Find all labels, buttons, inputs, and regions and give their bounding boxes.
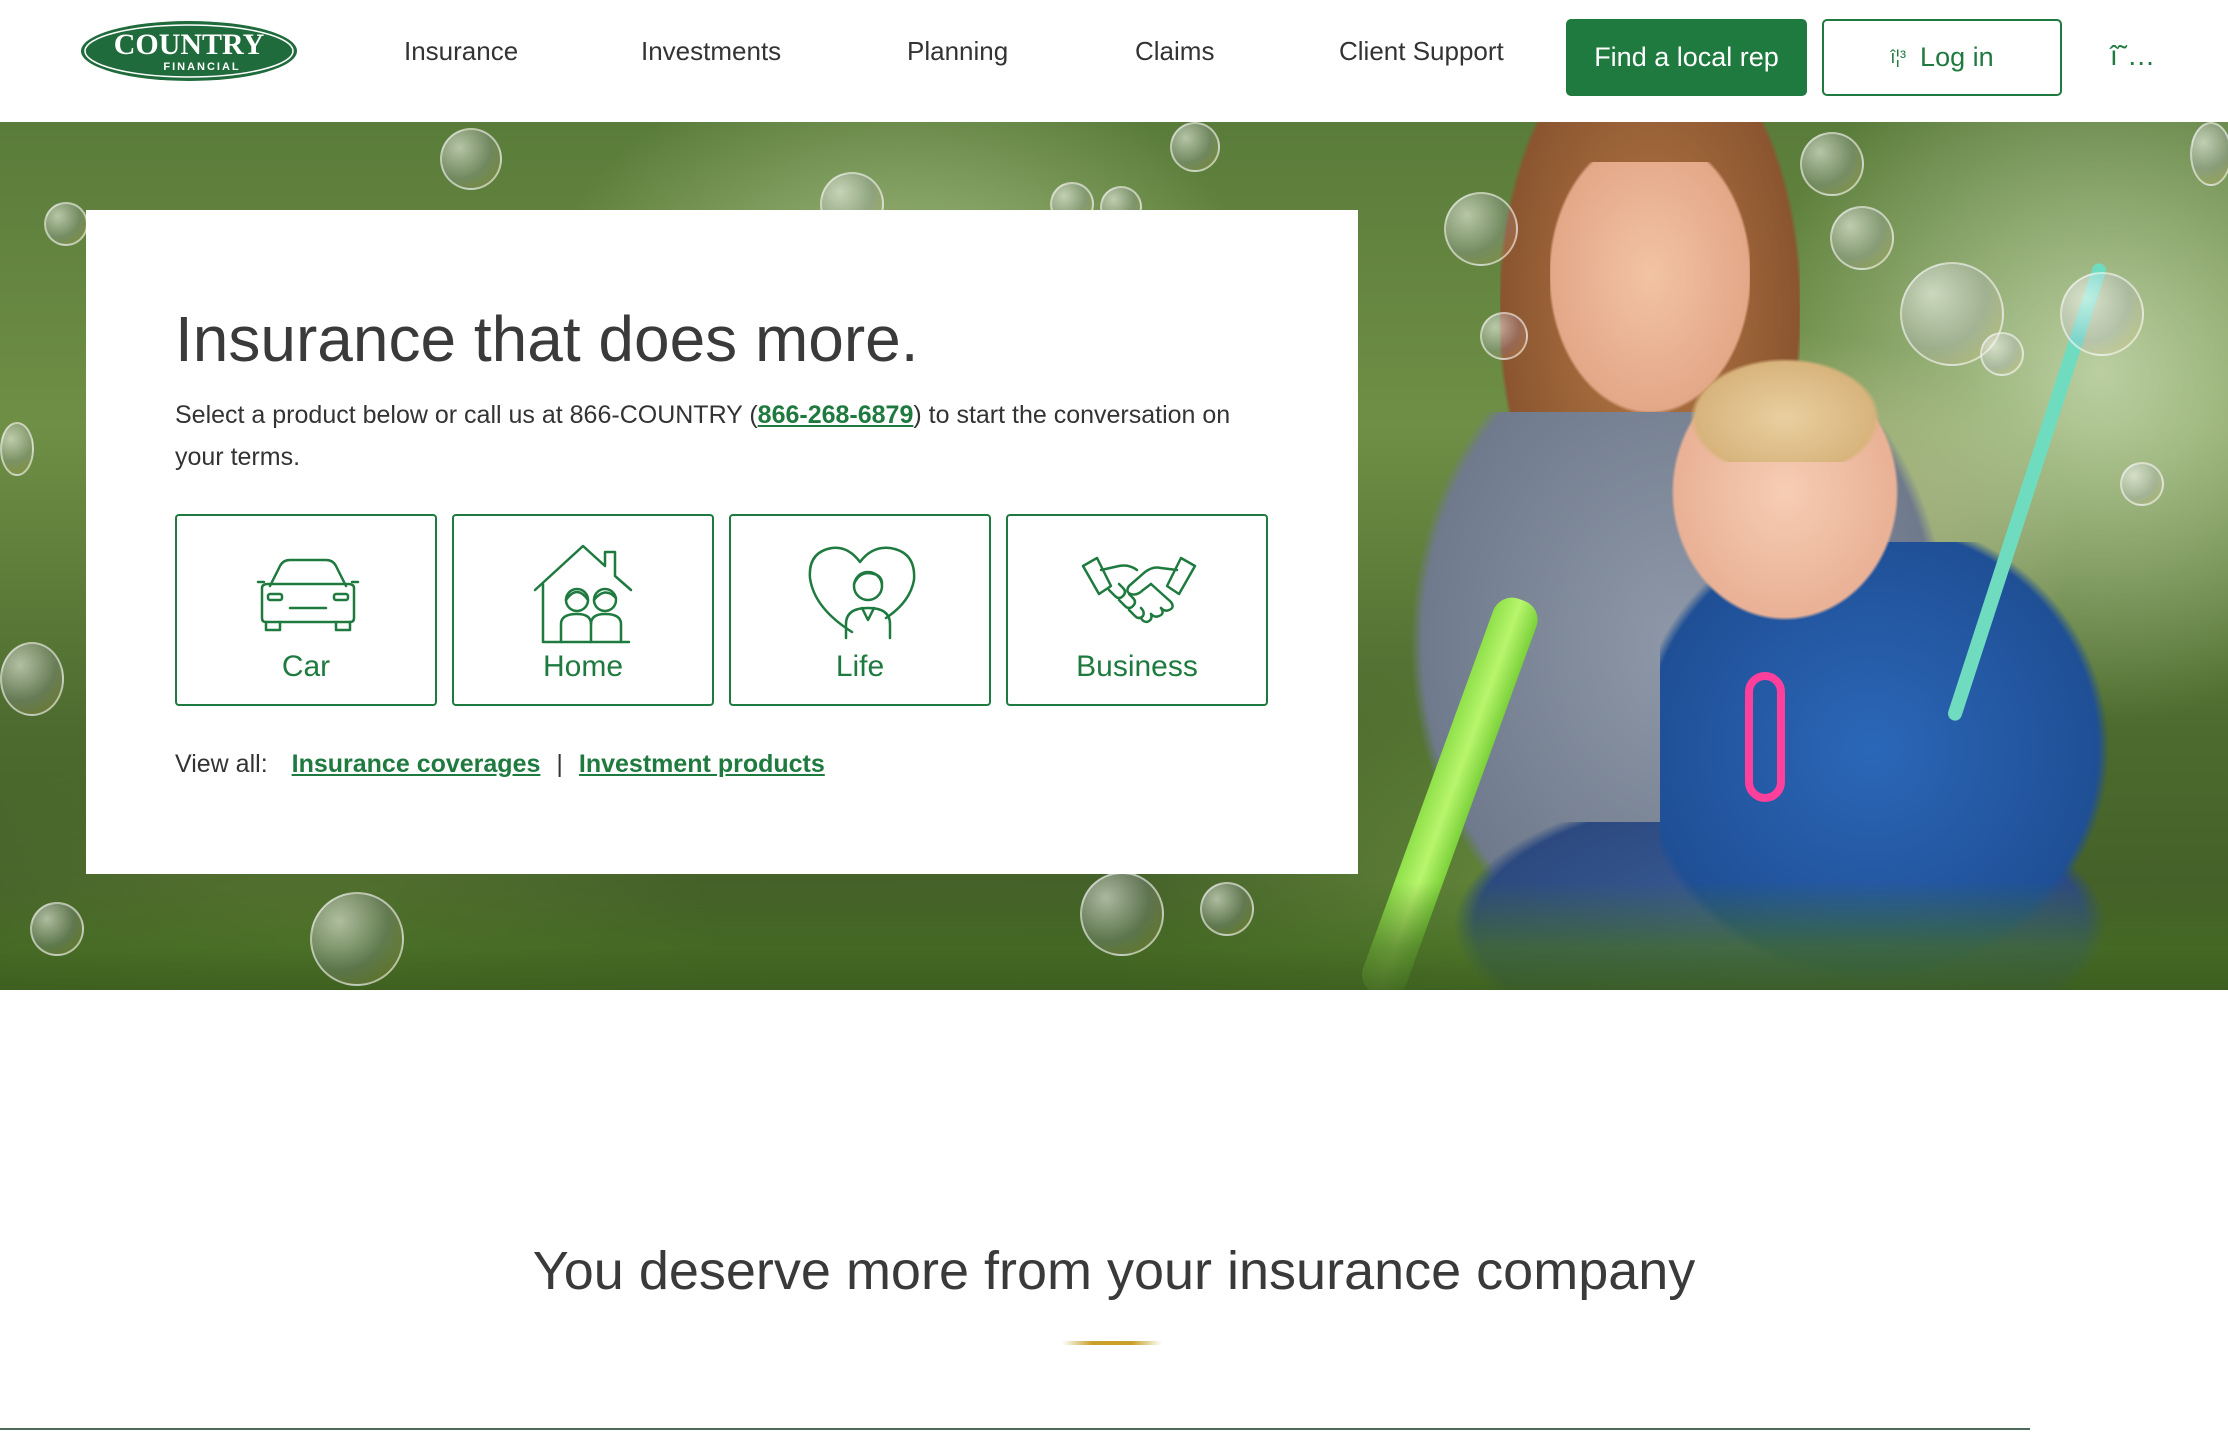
country-financial-logo[interactable]: COUNTRY FINANCIAL	[80, 20, 298, 82]
lock-icon: î¦³	[1890, 47, 1907, 67]
product-tile-home[interactable]: Home	[452, 514, 714, 706]
bubble	[1080, 872, 1164, 956]
bubble	[440, 128, 502, 190]
nav-insurance[interactable]: Insurance	[404, 36, 518, 67]
car-icon	[256, 558, 360, 632]
site-header: COUNTRY FINANCIAL Insurance Investments …	[0, 0, 2228, 122]
bubble	[1170, 122, 1220, 172]
product-tile-life[interactable]: Life	[729, 514, 991, 706]
bubble	[1200, 882, 1254, 936]
handshake-icon	[1081, 556, 1197, 624]
hero-title: Insurance that does more.	[175, 303, 919, 375]
section-divider	[1062, 1341, 1162, 1345]
bubble	[2060, 272, 2144, 356]
home-family-icon	[533, 544, 633, 644]
find-local-rep-button[interactable]: Find a local rep	[1566, 19, 1807, 96]
view-all-row: View all: Insurance coverages | Investme…	[175, 750, 825, 779]
heart-person-icon	[808, 546, 916, 640]
bubble-wand-pink	[1745, 672, 1785, 802]
nav-investments[interactable]: Investments	[641, 36, 781, 67]
bottom-border	[0, 1428, 2030, 1430]
product-label-car: Car	[281, 650, 331, 683]
bubble	[0, 422, 34, 476]
product-label-business: Business	[1076, 650, 1198, 683]
link-separator: |	[556, 750, 563, 778]
hero-photo-child-hair	[1680, 352, 1890, 462]
product-tile-car[interactable]: Car	[175, 514, 437, 706]
investment-products-link[interactable]: Investment products	[579, 750, 825, 779]
bubble	[310, 892, 404, 986]
hero-subtitle-before: Select a product below or call us at 866…	[175, 401, 758, 429]
login-button[interactable]: î¦³ Log in	[1822, 19, 2062, 96]
nav-claims[interactable]: Claims	[1135, 36, 1214, 67]
bubble	[1980, 332, 2024, 376]
hero-subtitle: Select a product below or call us at 866…	[175, 394, 1275, 478]
bubble	[2120, 462, 2164, 506]
product-label-home: Home	[542, 650, 624, 683]
svg-text:COUNTRY: COUNTRY	[114, 28, 265, 61]
section-title: You deserve more from your insurance com…	[532, 1241, 1696, 1301]
hero-card: Insurance that does more. Select a produ…	[86, 210, 1358, 874]
login-label: Log in	[1920, 42, 1994, 72]
bubble	[1830, 206, 1894, 270]
bubble	[0, 642, 64, 716]
bubble	[2190, 122, 2228, 186]
bubble	[1480, 312, 1528, 360]
nav-planning[interactable]: Planning	[907, 36, 1008, 67]
view-all-label: View all:	[175, 750, 268, 778]
insurance-coverages-link[interactable]: Insurance coverages	[292, 750, 541, 779]
more-menu-icon[interactable]: î˜…	[2110, 40, 2155, 72]
nav-client-support[interactable]: Client Support	[1339, 36, 1504, 67]
product-tile-business[interactable]: Business	[1006, 514, 1268, 706]
svg-text:FINANCIAL: FINANCIAL	[163, 61, 240, 73]
find-local-rep-label: Find a local rep	[1594, 42, 1779, 72]
bubble	[1444, 192, 1518, 266]
phone-link[interactable]: 866-268-6879	[758, 401, 914, 429]
bubble	[44, 202, 88, 246]
bubble	[1800, 132, 1864, 196]
bubble	[30, 902, 84, 956]
product-label-life: Life	[835, 650, 885, 683]
